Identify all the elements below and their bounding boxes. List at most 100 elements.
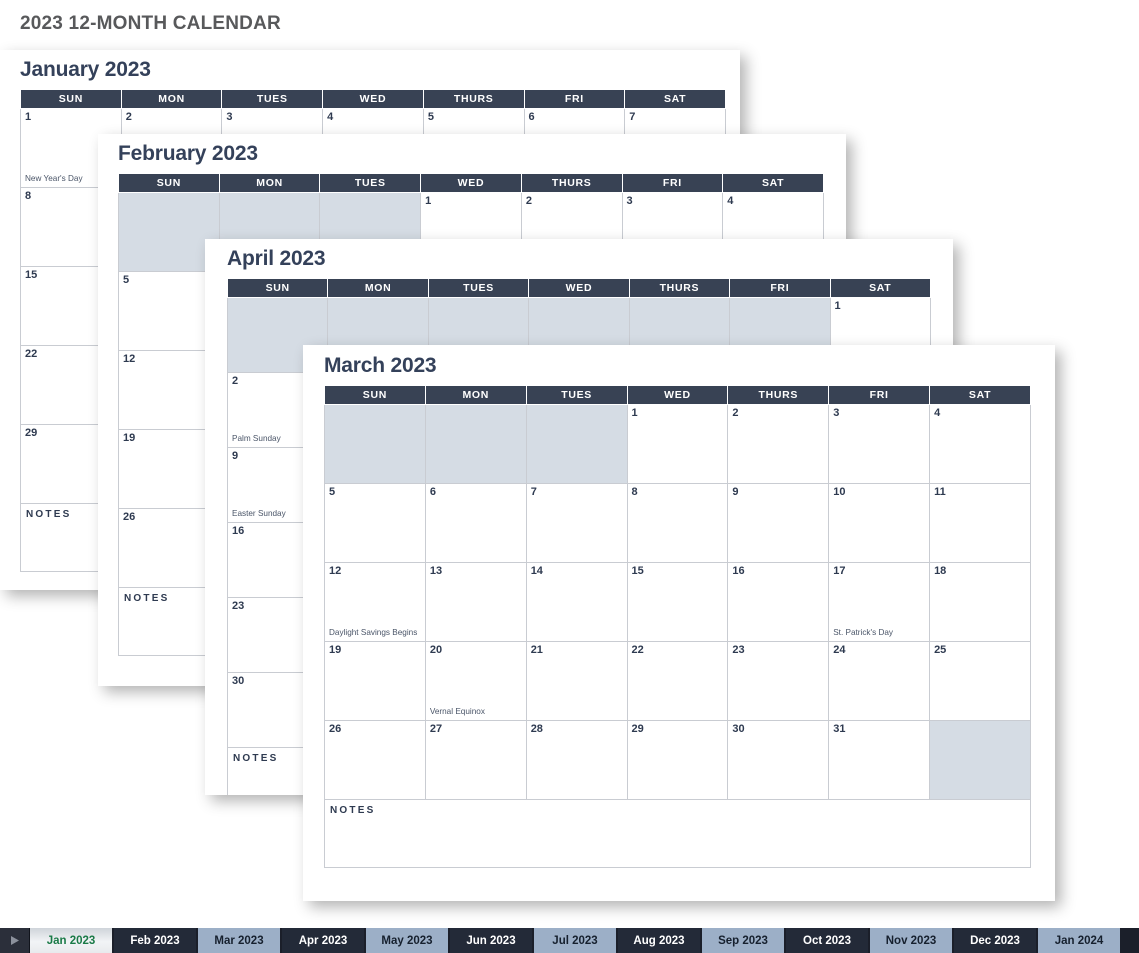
- sheet-tab-oct-2023[interactable]: Oct 2023: [786, 928, 870, 953]
- calendar-day-cell[interactable]: 20 Vernal Equinox: [424, 641, 527, 721]
- sheet-tab-apr-2023[interactable]: Apr 2023: [282, 928, 366, 953]
- calendar-day-cell[interactable]: 2: [727, 404, 830, 484]
- sheet-tab-feb-2023[interactable]: Feb 2023: [114, 928, 198, 953]
- calendar-week-row: 5 6 7 8 9 10 11: [324, 483, 1031, 563]
- calendar-week-row: 12 Daylight Savings Begins 13 14 15 16 17 St. P…: [324, 562, 1031, 642]
- weekday-header-sun: SUN: [118, 173, 220, 193]
- calendar-day-cell[interactable]: 30: [727, 720, 830, 800]
- sheet-tab-jul-2023[interactable]: Jul 2023: [534, 928, 618, 953]
- sheet-tab-aug-2023[interactable]: Aug 2023: [618, 928, 702, 953]
- day-number: 29: [25, 427, 38, 439]
- sheet-tab-may-2023[interactable]: May 2023: [366, 928, 450, 953]
- weekday-header-sat: SAT: [624, 89, 726, 109]
- day-number: 3: [226, 111, 233, 123]
- day-number: 7: [530, 486, 537, 498]
- calendar-day-cell[interactable]: 18: [929, 562, 1031, 642]
- day-number: 14: [530, 565, 543, 577]
- calendar-day-cell[interactable]: 21: [525, 641, 628, 721]
- calendar-week-row: 19 20 Vernal Equinox 21 22 23 24 25: [324, 641, 1031, 721]
- day-number: 7: [629, 111, 636, 123]
- day-number: 19: [123, 432, 136, 444]
- weekday-header-sun: SUN: [226, 278, 329, 298]
- calendar-day-cell[interactable]: 15: [626, 562, 729, 642]
- calendar-day-cell[interactable]: 28: [525, 720, 628, 800]
- weekday-header-thurs: THURS: [520, 173, 623, 193]
- tab-scroll-right-button[interactable]: [0, 928, 30, 953]
- weekday-header-thurs: THURS: [422, 89, 525, 109]
- sheet-tab-bar: Jan 2023 Feb 2023 Mar 2023 Apr 2023 May 2023…: [0, 928, 1139, 953]
- sheet-tab-sep-2023[interactable]: Sep 2023: [702, 928, 786, 953]
- day-number: 3: [626, 195, 633, 207]
- weekday-header-mon: MON: [327, 278, 429, 298]
- day-number: 1: [834, 300, 841, 312]
- calendar-day-cell[interactable]: 23: [727, 641, 830, 721]
- calendar-day-cell[interactable]: 6: [424, 483, 527, 563]
- calendar-day-cell[interactable]: 27: [424, 720, 527, 800]
- calendar-day-cell[interactable]: 29: [626, 720, 729, 800]
- day-number: 30: [232, 675, 245, 687]
- day-event-label: St. Patrick's Day: [833, 628, 894, 637]
- day-number: 5: [329, 486, 336, 498]
- day-number: 5: [427, 111, 434, 123]
- day-number: 12: [329, 565, 342, 577]
- day-number: 13: [429, 565, 443, 577]
- calendar-day-cell[interactable]: 3: [828, 404, 931, 484]
- calendar-cell-empty[interactable]: [525, 404, 628, 484]
- day-number: 6: [528, 111, 535, 123]
- calendar-day-cell[interactable]: 16: [727, 562, 830, 642]
- day-number: 1: [425, 195, 432, 207]
- day-number: 18: [934, 565, 947, 577]
- sheet-tab-jan-2023[interactable]: Jan 2023: [30, 928, 114, 953]
- notes-label: NOTES: [233, 753, 279, 764]
- calendar-day-cell[interactable]: 25: [929, 641, 1031, 721]
- weekday-header-mon: MON: [218, 173, 321, 193]
- weekday-header-wed: WED: [420, 173, 522, 193]
- calendar-day-cell[interactable]: 13: [424, 562, 527, 642]
- calendar-day-cell[interactable]: 31: [828, 720, 931, 800]
- calendar-day-cell[interactable]: 24: [828, 641, 931, 721]
- calendar-day-cell[interactable]: 19: [324, 641, 426, 721]
- day-number: 12: [123, 353, 136, 365]
- day-number: 2: [525, 195, 532, 207]
- calendar-day-cell[interactable]: 26: [324, 720, 426, 800]
- calendar-day-cell[interactable]: 9: [727, 483, 830, 563]
- notes-label: NOTES: [330, 805, 376, 816]
- weekday-header-wed: WED: [322, 89, 424, 109]
- notes-row: NOTES: [324, 799, 1031, 868]
- calendar-day-cell[interactable]: 4: [929, 404, 1031, 484]
- weekday-header-tues: TUES: [427, 278, 530, 298]
- weekday-header-wed: WED: [528, 278, 630, 298]
- sheet-tab-nov-2023[interactable]: Nov 2023: [870, 928, 954, 953]
- sheet-tab-jan-2024[interactable]: Jan 2024: [1038, 928, 1122, 953]
- calendar-day-cell[interactable]: 22: [626, 641, 729, 721]
- day-number: 20: [429, 644, 443, 656]
- calendar-day-cell[interactable]: 17 St. Patrick's Day: [828, 562, 931, 642]
- weekday-header-tues: TUES: [319, 173, 422, 193]
- calendar-cell-empty[interactable]: [324, 404, 426, 484]
- day-number: 15: [631, 565, 644, 577]
- calendar-day-cell[interactable]: 1: [626, 404, 729, 484]
- sheet-tab-mar-2023[interactable]: Mar 2023: [198, 928, 282, 953]
- month-title-february: February 2023: [118, 142, 258, 165]
- day-number: 16: [232, 525, 245, 537]
- calendar-day-cell[interactable]: 8: [626, 483, 729, 563]
- day-number: 25: [934, 644, 947, 656]
- calendar-sheet-march[interactable]: March 2023 SUN MON TUES WED THURS FRI SAT 1 2 3 4 5…: [303, 345, 1055, 901]
- calendar-day-cell[interactable]: 11: [929, 483, 1031, 563]
- sheet-tab-dec-2023[interactable]: Dec 2023: [954, 928, 1038, 953]
- day-number: 17: [833, 565, 846, 577]
- sheet-tab-jun-2023[interactable]: Jun 2023: [450, 928, 534, 953]
- weekday-header-sun: SUN: [324, 385, 426, 405]
- calendar-cell-empty[interactable]: [929, 720, 1031, 800]
- notes-area[interactable]: NOTES: [324, 799, 1031, 868]
- calendar-cell-empty[interactable]: [424, 404, 527, 484]
- day-number: 4: [934, 407, 941, 419]
- calendar-day-cell[interactable]: 5: [324, 483, 426, 563]
- month-title-january: January 2023: [20, 58, 151, 81]
- calendar-day-cell[interactable]: 7: [525, 483, 628, 563]
- calendar-day-cell[interactable]: 12 Daylight Savings Begins: [324, 562, 426, 642]
- calendar-day-cell[interactable]: 14: [525, 562, 628, 642]
- calendar-day-cell[interactable]: 10: [828, 483, 931, 563]
- day-number: 3: [833, 407, 840, 419]
- day-number: 4: [727, 195, 734, 207]
